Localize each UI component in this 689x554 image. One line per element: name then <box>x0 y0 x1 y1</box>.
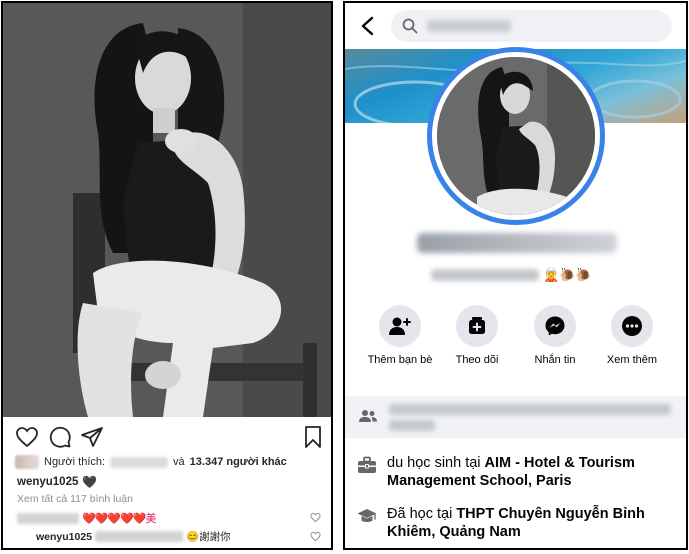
avatar-photo <box>437 57 595 215</box>
likes-connector: và <box>173 456 185 468</box>
education-prefix: Đã học tại <box>387 506 453 522</box>
see-more-button[interactable]: Xem thêm <box>594 305 670 367</box>
view-all-comments-link[interactable]: Xem tất cả 117 bình luận <box>17 493 133 505</box>
message-button[interactable]: Nhắn tin <box>517 305 593 367</box>
heart-icon[interactable] <box>15 425 39 449</box>
instagram-post: Người thích: và 13.347 người khác wenyu1… <box>1 1 333 550</box>
add-friend-icon <box>379 305 421 347</box>
caption-username[interactable]: wenyu1025 <box>17 476 78 488</box>
post-photo[interactable] <box>3 3 331 417</box>
reply-text: 😊謝謝你 <box>186 531 231 543</box>
add-friend-label: Thêm bạn bè <box>367 354 433 366</box>
mutual-text-blurred <box>389 404 671 415</box>
comment-like-heart-icon[interactable] <box>310 531 321 542</box>
profile-action-buttons: Thêm bạn bè Theo dõi Nhắn tin Xem thêm <box>345 305 686 385</box>
see-more-label: Xem thêm <box>606 354 658 366</box>
post-caption: wenyu1025 🖤 <box>17 475 97 489</box>
search-icon <box>402 18 418 34</box>
work-info-row: du học sinh tại AIM - Hotel & Tourism Ma… <box>357 454 677 490</box>
work-info-text: du học sinh tại AIM - Hotel & Tourism Ma… <box>387 454 677 490</box>
mutual-friends-row[interactable] <box>345 396 686 438</box>
follow-icon <box>456 305 498 347</box>
mutual-text-blurred <box>389 420 435 431</box>
post-action-bar <box>3 417 331 457</box>
caption-emoji: 🖤 <box>82 475 98 489</box>
bio-emoji: 🧝🐌🐌 <box>543 267 592 282</box>
education-info-row: Đã học tại THPT Chuyên Nguyễn Bỉnh Khiêm… <box>357 505 677 541</box>
profile-name-blurred <box>417 233 617 253</box>
add-friend-button[interactable]: Thêm bạn bè <box>362 305 438 367</box>
follow-label: Theo dõi <box>455 354 499 366</box>
search-query-blurred <box>427 20 511 32</box>
comment-row: wenyu1025 😊謝謝你 <box>17 529 317 544</box>
facebook-profile: 🧝🐌🐌 Thêm bạn bè Theo dõi Nhắn tin Xem th… <box>343 1 688 550</box>
top-bar <box>345 3 686 49</box>
more-icon <box>611 305 653 347</box>
messenger-icon <box>534 305 576 347</box>
woman-portrait-illustration <box>3 3 331 417</box>
education-info-text: Đã học tại THPT Chuyên Nguyễn Bỉnh Khiêm… <box>387 505 677 541</box>
briefcase-icon <box>358 456 376 473</box>
likes-count[interactable]: 13.347 người khác <box>190 456 287 468</box>
bio-text-blurred <box>431 269 539 281</box>
avatar-portrait-illustration <box>437 57 595 215</box>
comment-like-heart-icon[interactable] <box>310 512 321 523</box>
work-prefix: du học sinh tại <box>387 455 481 471</box>
reply-username[interactable]: wenyu1025 <box>36 531 92 543</box>
graduation-cap-icon <box>357 509 377 522</box>
comment-icon[interactable] <box>48 425 72 449</box>
search-bar[interactable] <box>391 10 672 42</box>
follow-button[interactable]: Theo dõi <box>439 305 515 367</box>
share-icon[interactable] <box>80 425 104 449</box>
liker-avatar <box>15 455 39 469</box>
back-arrow-icon[interactable] <box>359 16 377 36</box>
profile-bio: 🧝🐌🐌 <box>431 267 592 283</box>
profile-avatar[interactable] <box>427 47 605 225</box>
comment-row: ❤️❤️❤️❤️❤️美 <box>17 510 317 526</box>
commenter-name-blurred[interactable] <box>17 512 79 524</box>
comment-text: ❤️❤️❤️❤️❤️美 <box>82 513 156 525</box>
friends-icon <box>359 410 377 422</box>
likes-prefix: Người thích: <box>44 456 106 468</box>
likes-line[interactable]: Người thích: và 13.347 người khác <box>15 455 287 469</box>
liker-name-blurred <box>110 456 169 468</box>
message-label: Nhắn tin <box>534 354 576 366</box>
bookmark-icon[interactable] <box>301 425 325 449</box>
mentioned-name-blurred[interactable] <box>95 531 184 542</box>
